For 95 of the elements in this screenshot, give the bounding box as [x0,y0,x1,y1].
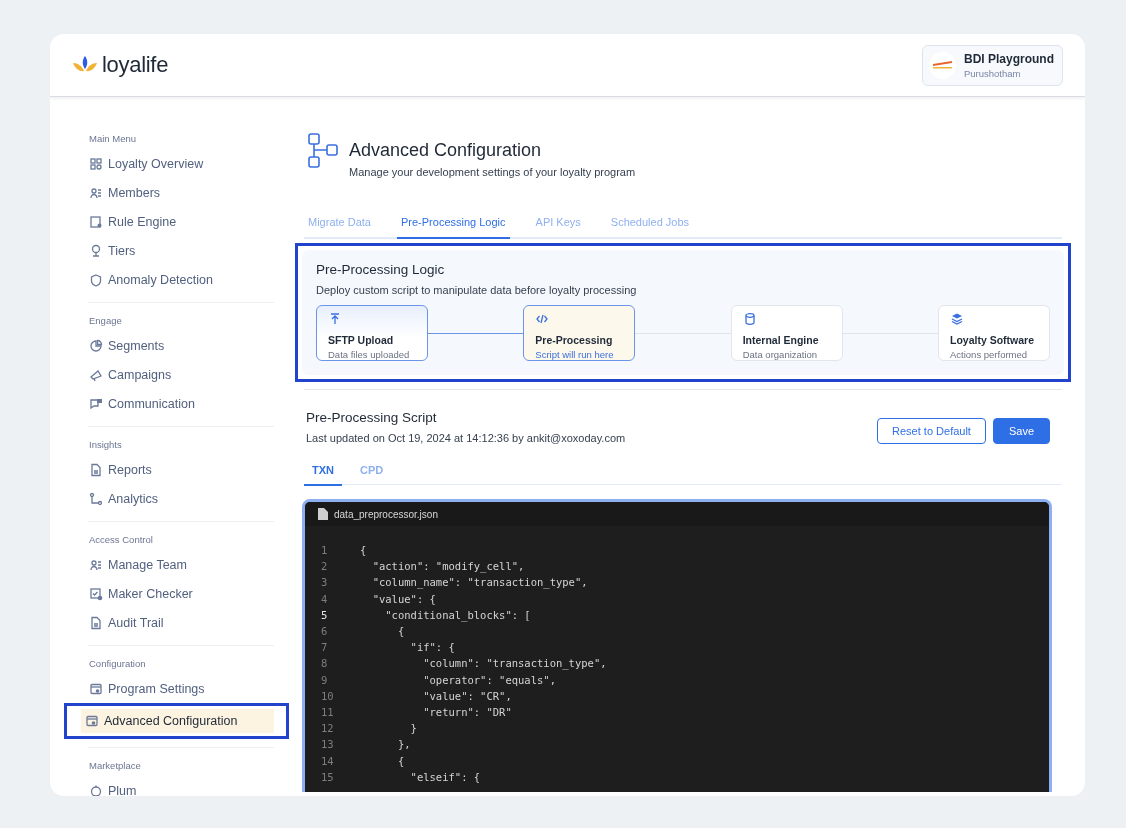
last-updated-text: Last updated on Oct 19, 2024 at 14:12:36 by ankit@xoxoday.com [306,432,626,444]
sidebar-item[interactable]: Communication [88,389,274,418]
pie-chart-icon [89,338,103,353]
step-caption: Script will run here [535,349,615,360]
sidebar-item[interactable]: Campaigns [88,360,274,389]
step-title: Internal Engine [742,334,820,346]
code-line: "column_name": "transaction_type", [371,576,588,589]
line-number: 14 [321,754,335,767]
code-icon [535,312,550,326]
step-caption: Data organization [742,349,819,360]
section-heading: Configuration [88,658,147,671]
sidebar-item[interactable]: Plum [88,776,274,796]
people-icon [89,557,103,572]
people-icon [89,185,103,200]
line-number: 15 [321,770,335,783]
page-subtitle: Manage your development settings of your loyalty program [349,166,636,178]
line-number: 9 [321,673,329,686]
code-line: "value": "CR", [422,689,512,702]
code-line: { [396,625,405,638]
sidebar-item[interactable]: Program Settings [88,674,274,703]
document-icon [89,214,103,229]
panel-title: Pre-Processing Logic [316,262,446,277]
line-number: 8 [321,657,329,670]
file-name: data_preprocessor.json [334,508,438,520]
upload-icon [328,312,342,326]
line-number: 4 [321,592,329,605]
code-line: "column": "transaction_type", [422,657,607,670]
section-heading: Engage [88,315,123,328]
code-line: }, [396,738,411,751]
reset-button[interactable]: Reset to Default [877,418,986,444]
document-icon [89,615,103,630]
line-number: 12 [321,722,335,735]
section-heading: Main Menu [88,133,137,146]
code-line: } [409,722,417,735]
step-title: Loyalty Software [950,334,1035,346]
step-title: SFTP Upload [328,334,395,346]
step-caption: Data files uploaded [328,349,411,360]
sidebar-item[interactable]: Rule Engine [88,207,274,236]
sidebar-item[interactable]: Advanced Configuration [81,709,274,733]
sidebar-item[interactable]: Tiers [88,236,274,265]
line-number: 11 [321,705,335,718]
flow-icon [89,491,103,506]
document-icon [89,462,103,477]
code-line: "if": { [409,641,455,654]
grid-icon [89,156,103,171]
panel-description: Deploy custom script to manipulate data before loyalty processing [316,284,638,296]
sidebar-item[interactable]: Anomaly Detection [88,265,274,294]
chat-icon [89,396,103,411]
section-heading: Access Control [88,534,154,547]
step-caption: Actions performed [950,349,1029,360]
code-line: "return": "DR" [422,705,512,718]
tab[interactable]: TXN [304,464,342,486]
line-number: 3 [321,576,329,589]
settings-icon [85,714,99,728]
sidebar-item[interactable]: Maker Checker [88,579,274,608]
code-line: { [396,754,405,767]
line-number: 7 [321,641,329,654]
check-document-icon [89,586,103,601]
file-icon [318,508,328,520]
tab[interactable]: Pre-Processing Logic [397,210,510,239]
sidebar-item[interactable]: Audit Trail [88,608,274,637]
sidebar-item[interactable]: Segments [88,331,274,360]
sidebar-item[interactable]: Loyalty Overview [88,149,274,178]
section-heading: Marketplace [88,760,142,773]
layers-icon [950,312,964,326]
account-name: BDI Playground [964,51,1054,66]
code-line: "elseif": { [409,770,481,783]
section-heading: Insights [88,439,123,452]
line-number: 2 [321,560,329,573]
trophy-icon [89,243,103,258]
code-line: "action": "modify_cell", [371,560,525,573]
sidebar-item[interactable]: Analytics [88,484,274,513]
line-number: 13 [321,738,335,751]
step-title: Pre-Processing [535,334,614,346]
flow-diagram-icon [308,133,338,169]
code-line: "operator": "equals", [422,673,556,686]
save-button[interactable]: Save [992,418,1050,444]
line-number: 6 [321,625,329,638]
database-icon [742,312,757,326]
code-line: { [360,544,367,557]
sidebar-item[interactable]: Members [88,178,274,207]
code-line: "conditional_blocks": [ [384,608,531,621]
line-number: 10 [321,689,335,702]
account-user: Purushotham [964,67,1022,79]
line-number: 5 [321,608,329,621]
sidebar-item[interactable]: Reports [88,455,274,484]
line-number: 1 [321,544,329,557]
account-switcher[interactable]: BDI Playground Purushotham [922,44,1063,86]
page-title: Advanced Configuration [349,140,543,161]
code-line: "value": { [371,592,436,605]
brand-name: loyalife [102,52,169,78]
sidebar-item[interactable]: Manage Team [88,550,274,579]
settings-icon [89,681,103,696]
shield-icon [89,272,103,287]
section-title: Pre-Processing Script [306,410,438,425]
